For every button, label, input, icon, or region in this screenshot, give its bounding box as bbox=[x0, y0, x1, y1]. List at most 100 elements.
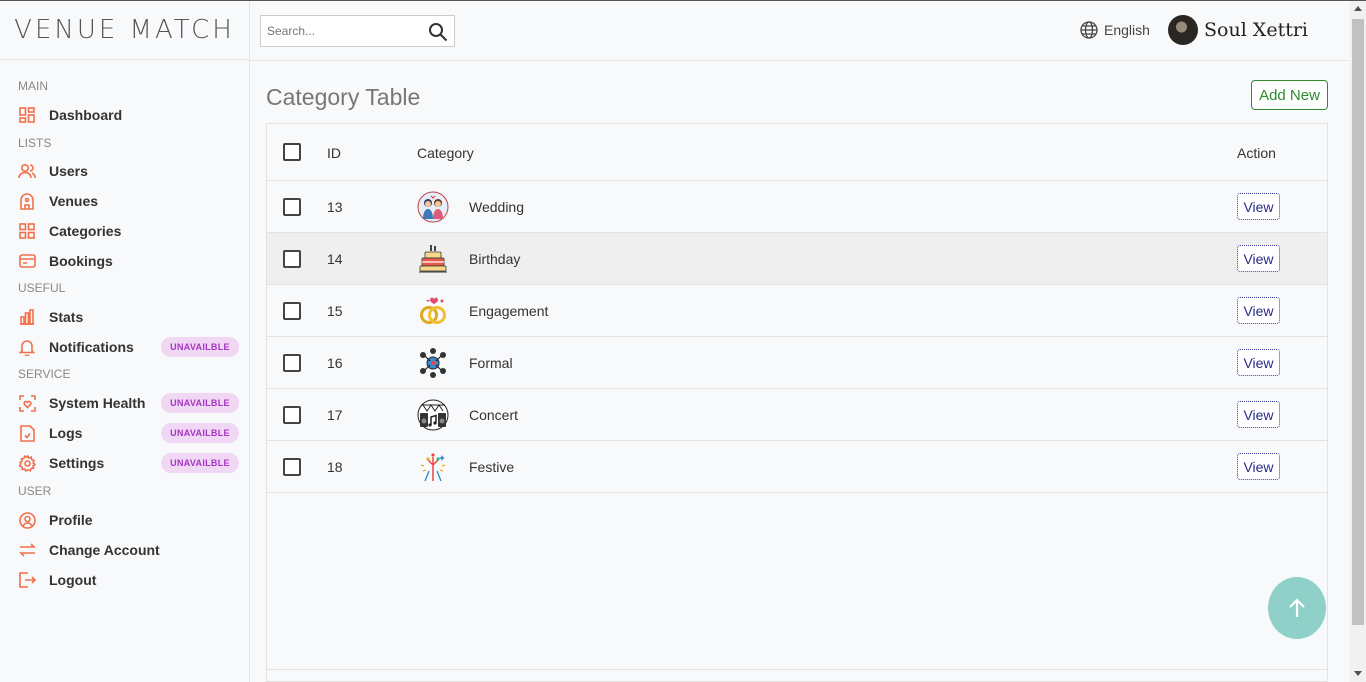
scroll-to-top-button[interactable] bbox=[1268, 577, 1326, 639]
bookings-icon bbox=[18, 252, 36, 270]
sidebar-item-label: Notifications bbox=[49, 339, 134, 355]
sidebar-item-label: Categories bbox=[49, 223, 122, 239]
arrow-up-icon bbox=[1289, 598, 1305, 617]
formal-icon bbox=[417, 347, 449, 379]
top-bar: English Soul Xettri bbox=[250, 1, 1350, 61]
add-new-button[interactable]: Add New bbox=[1251, 80, 1328, 110]
view-button[interactable]: View bbox=[1237, 245, 1280, 272]
scrollbar-thumb[interactable] bbox=[1352, 19, 1364, 625]
gear-icon bbox=[18, 454, 36, 472]
row-checkbox[interactable] bbox=[283, 302, 301, 320]
row-id: 16 bbox=[327, 355, 343, 371]
sidebar-item-logs[interactable]: Logs UNAVAILBLE bbox=[0, 418, 249, 448]
logout-icon bbox=[18, 571, 36, 589]
category-table: ID Category Action 13 Wedding View 14 Bi… bbox=[266, 123, 1328, 682]
sidebar-item-profile[interactable]: Profile bbox=[0, 505, 249, 535]
sidebar-item-label: Profile bbox=[49, 512, 93, 528]
sidebar-item-notifications[interactable]: Notifications UNAVAILBLE bbox=[0, 332, 249, 362]
sidebar-item-users[interactable]: Users bbox=[0, 156, 249, 186]
users-icon bbox=[18, 162, 36, 180]
unavailable-badge: UNAVAILBLE bbox=[161, 337, 239, 357]
language-label: English bbox=[1104, 22, 1150, 38]
dashboard-icon bbox=[18, 106, 36, 124]
section-service: SERVICE bbox=[18, 367, 71, 381]
section-lists: LISTS bbox=[18, 136, 52, 150]
select-all-checkbox[interactable] bbox=[283, 143, 301, 161]
row-category: Wedding bbox=[469, 199, 525, 215]
search-input[interactable] bbox=[261, 17, 421, 45]
row-checkbox[interactable] bbox=[283, 406, 301, 424]
table-row: 18 Festive View bbox=[267, 441, 1327, 493]
row-id: 13 bbox=[327, 199, 343, 215]
user-name: Soul Xettri bbox=[1204, 19, 1309, 41]
row-category: Concert bbox=[469, 407, 519, 423]
view-button[interactable]: View bbox=[1237, 453, 1280, 480]
search-icon[interactable] bbox=[428, 22, 448, 42]
health-icon bbox=[18, 394, 36, 412]
row-id: 17 bbox=[327, 407, 343, 423]
row-checkbox[interactable] bbox=[283, 458, 301, 476]
sidebar-item-venues[interactable]: Venues bbox=[0, 186, 249, 216]
view-button[interactable]: View bbox=[1237, 297, 1280, 324]
header-action: Action bbox=[1237, 145, 1276, 161]
row-category: Festive bbox=[469, 459, 515, 475]
rings-icon bbox=[417, 295, 449, 327]
swap-icon bbox=[18, 541, 36, 559]
brand-logo[interactable]: VENUE MATCH bbox=[0, 1, 249, 60]
unavailable-badge: UNAVAILBLE bbox=[161, 423, 239, 443]
row-id: 15 bbox=[327, 303, 343, 319]
search-box bbox=[260, 15, 455, 47]
fireworks-icon bbox=[417, 451, 449, 483]
language-selector[interactable]: English bbox=[1080, 21, 1150, 39]
sidebar-item-label: Venues bbox=[49, 193, 99, 209]
table-footer-divider bbox=[267, 669, 1327, 670]
view-button[interactable]: View bbox=[1237, 401, 1280, 428]
venue-icon bbox=[18, 192, 36, 210]
sidebar-item-categories[interactable]: Categories bbox=[0, 216, 249, 246]
birthday-cake-icon bbox=[417, 243, 449, 275]
scroll-up-arrow[interactable] bbox=[1354, 6, 1362, 11]
globe-icon bbox=[1080, 21, 1098, 39]
sidebar-item-label: Users bbox=[49, 163, 88, 179]
unavailable-badge: UNAVAILBLE bbox=[161, 393, 239, 413]
row-id: 14 bbox=[327, 251, 343, 267]
view-button[interactable]: View bbox=[1237, 193, 1280, 220]
row-category: Formal bbox=[469, 355, 513, 371]
scroll-down-arrow[interactable] bbox=[1354, 671, 1362, 676]
sidebar-item-label: Dashboard bbox=[49, 107, 123, 123]
section-useful: USEFUL bbox=[18, 281, 66, 295]
row-category: Engagement bbox=[469, 303, 549, 319]
concert-icon bbox=[417, 399, 449, 431]
sidebar-item-label: Bookings bbox=[49, 253, 113, 269]
row-checkbox[interactable] bbox=[283, 354, 301, 372]
sidebar-item-label: Stats bbox=[49, 309, 84, 325]
view-button[interactable]: View bbox=[1237, 349, 1280, 376]
header-id: ID bbox=[327, 145, 341, 161]
sidebar-item-label: Logout bbox=[49, 572, 97, 588]
user-menu[interactable]: Soul Xettri bbox=[1168, 15, 1308, 45]
section-main: MAIN bbox=[18, 79, 48, 93]
sidebar-item-label: Settings bbox=[49, 455, 105, 471]
sidebar-item-system-health[interactable]: System Health UNAVAILBLE bbox=[0, 388, 249, 418]
sidebar-item-logout[interactable]: Logout bbox=[0, 565, 249, 595]
profile-icon bbox=[18, 511, 36, 529]
sidebar-item-change-account[interactable]: Change Account bbox=[0, 535, 249, 565]
unavailable-badge: UNAVAILBLE bbox=[161, 453, 239, 473]
avatar bbox=[1168, 15, 1198, 45]
sidebar-item-settings[interactable]: Settings UNAVAILBLE bbox=[0, 448, 249, 478]
sidebar-item-label: Logs bbox=[49, 425, 83, 441]
row-id: 18 bbox=[327, 459, 343, 475]
sidebar-item-stats[interactable]: Stats bbox=[0, 302, 249, 332]
sidebar-item-label: Change Account bbox=[49, 542, 160, 558]
sidebar-item-bookings[interactable]: Bookings bbox=[0, 246, 249, 276]
row-checkbox[interactable] bbox=[283, 198, 301, 216]
sidebar-item-label: System Health bbox=[49, 395, 146, 411]
table-row: 16 Formal View bbox=[267, 337, 1327, 389]
scrollbar[interactable] bbox=[1350, 1, 1366, 682]
section-user: USER bbox=[18, 484, 52, 498]
table-row: 13 Wedding View bbox=[267, 181, 1327, 233]
table-row: 15 Engagement View bbox=[267, 285, 1327, 337]
stats-icon bbox=[18, 308, 36, 326]
sidebar-item-dashboard[interactable]: Dashboard bbox=[0, 100, 249, 130]
row-checkbox[interactable] bbox=[283, 250, 301, 268]
